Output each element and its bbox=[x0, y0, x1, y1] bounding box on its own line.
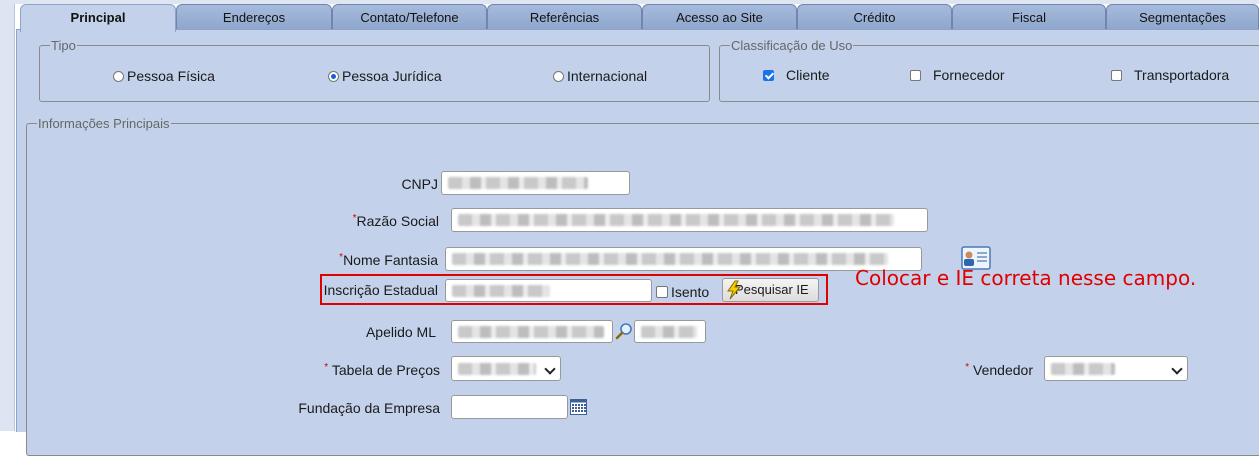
ie-label: Inscrição Estadual bbox=[323, 282, 438, 298]
radio-label: Pessoa Jurídica bbox=[342, 68, 442, 84]
redacted-value bbox=[448, 177, 588, 189]
checkbox-cliente[interactable]: Cliente bbox=[763, 67, 830, 83]
radio-pessoa-juridica[interactable]: Pessoa Jurídica bbox=[328, 68, 442, 84]
radio-label: Internacional bbox=[567, 68, 648, 84]
tab-fiscal[interactable]: Fiscal bbox=[952, 4, 1106, 30]
checkbox-label: Cliente bbox=[786, 67, 830, 83]
classificacao-legend: Classificação de Uso bbox=[731, 38, 853, 53]
tab-acesso-ao-site[interactable]: Acesso ao Site bbox=[642, 4, 797, 30]
tab-principal[interactable]: Principal bbox=[20, 4, 176, 32]
checkbox-transportadora[interactable]: Transportadora bbox=[1111, 67, 1229, 83]
redacted-value bbox=[458, 326, 604, 338]
required-mark: * bbox=[324, 362, 329, 373]
radio-circle[interactable] bbox=[553, 70, 564, 82]
redacted-value bbox=[458, 214, 894, 226]
checkbox-label: Transportadora bbox=[1134, 67, 1230, 83]
apelido-ml-label: Apelido ML bbox=[365, 324, 436, 340]
pesquisar-ie-label: Pesquisar IE bbox=[735, 282, 809, 297]
razao-social-text: Razão Social bbox=[356, 213, 440, 229]
calendar-icon[interactable] bbox=[570, 399, 587, 415]
fundacao-label: Fundação da Empresa bbox=[298, 400, 440, 416]
tab-segmentacoes[interactable]: Segmentações bbox=[1106, 4, 1259, 30]
nome-fantasia-text: Nome Fantasia bbox=[343, 252, 438, 268]
redacted-value bbox=[641, 326, 697, 338]
tabela-precos-label: * Tabela de Preços bbox=[300, 362, 440, 378]
redacted-value bbox=[452, 285, 550, 297]
razao-social-input[interactable] bbox=[451, 208, 928, 232]
chevron-down-icon bbox=[1171, 363, 1183, 375]
razao-social-label: *Razão Social bbox=[340, 213, 439, 229]
vendedor-text: Vendedor bbox=[973, 362, 1033, 378]
tab-contato-telefone[interactable]: Contato/Telefone bbox=[332, 4, 487, 30]
vendedor-label: * Vendedor bbox=[940, 362, 1033, 378]
redacted-value bbox=[452, 253, 888, 265]
fundacao-input[interactable] bbox=[451, 395, 568, 419]
isento-label: Isento bbox=[671, 284, 710, 300]
cnpj-input[interactable] bbox=[441, 171, 630, 195]
radio-internacional[interactable]: Internacional bbox=[553, 68, 647, 84]
redacted-value bbox=[1051, 363, 1115, 375]
radio-circle[interactable] bbox=[113, 70, 124, 82]
checkbox-checked[interactable] bbox=[763, 69, 774, 81]
isento-checkbox[interactable]: Isento bbox=[656, 284, 709, 300]
tabela-precos-select[interactable] bbox=[451, 356, 561, 381]
tab-referencias[interactable]: Referências bbox=[487, 4, 642, 30]
pesquisar-ie-button[interactable]: Pesquisar IE bbox=[722, 278, 819, 302]
apelido-ml-code-input[interactable] bbox=[634, 320, 706, 343]
checkbox-fornecedor[interactable]: Fornecedor bbox=[910, 67, 1005, 83]
info-legend: Informações Principais bbox=[38, 116, 170, 131]
cnpj-label: CNPJ bbox=[401, 176, 438, 192]
checkbox-box[interactable] bbox=[1111, 69, 1122, 81]
nome-fantasia-input[interactable] bbox=[445, 247, 922, 271]
radio-label: Pessoa Física bbox=[127, 68, 215, 84]
annotation-text: Colocar e IE correta nesse campo. bbox=[855, 266, 1197, 290]
isento-box[interactable] bbox=[656, 286, 668, 298]
tab-enderecos[interactable]: Endereços bbox=[176, 4, 332, 30]
checkbox-box[interactable] bbox=[910, 69, 921, 81]
radio-circle-selected[interactable] bbox=[328, 70, 339, 82]
tab-credito[interactable]: Crédito bbox=[797, 4, 952, 30]
magnifier-icon[interactable] bbox=[615, 322, 633, 340]
left-frame-strip bbox=[0, 0, 15, 431]
chevron-down-icon bbox=[544, 363, 556, 375]
apelido-ml-input[interactable] bbox=[451, 320, 613, 343]
lightning-icon bbox=[727, 280, 742, 300]
checkbox-label: Fornecedor bbox=[933, 67, 1005, 83]
required-mark: * bbox=[965, 362, 970, 373]
nome-fantasia-label: *Nome Fantasia bbox=[320, 252, 438, 268]
ie-input[interactable] bbox=[445, 279, 652, 302]
tipo-legend: Tipo bbox=[51, 38, 76, 53]
vendedor-select[interactable] bbox=[1044, 356, 1188, 381]
tabela-precos-text: Tabela de Preços bbox=[331, 362, 440, 378]
redacted-value bbox=[458, 363, 536, 375]
radio-pessoa-fisica[interactable]: Pessoa Física bbox=[113, 68, 215, 84]
